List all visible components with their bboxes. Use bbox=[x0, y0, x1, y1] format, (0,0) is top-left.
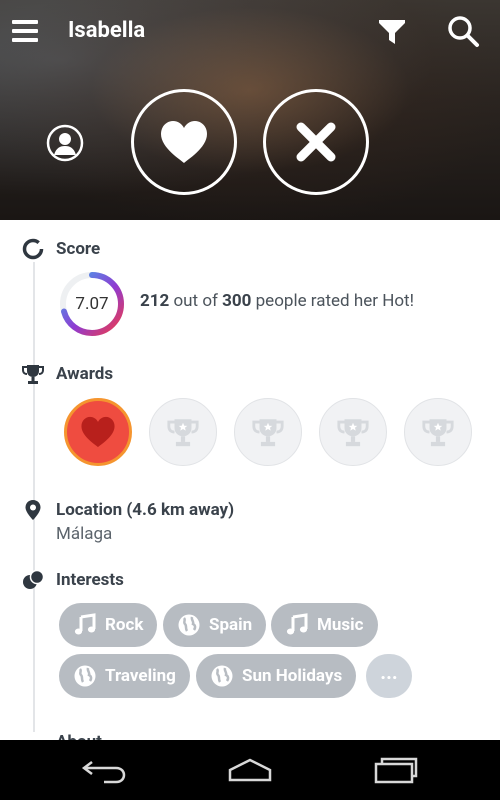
home-icon[interactable] bbox=[226, 756, 274, 784]
back-icon[interactable] bbox=[80, 756, 128, 784]
system-nav-bar bbox=[0, 740, 500, 800]
rated-count: 212 bbox=[140, 291, 170, 311]
interest-chip-spain[interactable]: Spain bbox=[163, 603, 267, 647]
profile-hero: Isabella bbox=[0, 0, 500, 220]
page-title: Isabella bbox=[68, 18, 146, 43]
award-locked[interactable] bbox=[149, 398, 217, 466]
trophy-icon bbox=[167, 419, 199, 447]
more-interests-button[interactable]: ... bbox=[366, 654, 412, 698]
interest-chip-music[interactable]: Music bbox=[271, 603, 378, 647]
recents-icon[interactable] bbox=[372, 756, 420, 784]
score-summary: 212 out of 300 people rated her Hot! bbox=[140, 291, 414, 311]
trophy-icon bbox=[337, 419, 369, 447]
chip-label: Traveling bbox=[105, 666, 176, 686]
rated-suffix: people rated her Hot! bbox=[251, 291, 414, 311]
score-section-icon bbox=[22, 238, 44, 260]
chip-label: Rock bbox=[105, 615, 144, 635]
trophy-icon bbox=[422, 419, 454, 447]
globe-icon bbox=[211, 665, 233, 687]
location-city: Málaga bbox=[56, 524, 113, 544]
music-icon bbox=[286, 613, 308, 635]
award-locked[interactable] bbox=[404, 398, 472, 466]
globe-icon bbox=[178, 614, 200, 636]
chip-label: Spain bbox=[209, 615, 253, 635]
interest-chip-traveling[interactable]: Traveling bbox=[59, 654, 190, 698]
award-locked[interactable] bbox=[234, 398, 302, 466]
score-title: Score bbox=[56, 239, 101, 259]
search-icon[interactable] bbox=[446, 14, 480, 48]
heart-icon bbox=[81, 416, 115, 448]
trophy-icon bbox=[252, 419, 284, 447]
interests-icon bbox=[23, 569, 45, 589]
interest-chip-rock[interactable]: Rock bbox=[59, 603, 158, 647]
interest-chip-sun-holidays[interactable]: Sun Holidays bbox=[196, 654, 357, 698]
filter-icon[interactable] bbox=[377, 16, 407, 46]
dislike-button[interactable] bbox=[263, 89, 369, 195]
profile-icon[interactable] bbox=[46, 124, 84, 162]
timeline-line bbox=[33, 262, 35, 732]
rated-mid: out of bbox=[169, 291, 223, 311]
globe-icon bbox=[74, 665, 96, 687]
location-pin-icon bbox=[25, 500, 41, 520]
top-app-bar: Isabella bbox=[0, 0, 500, 64]
location-title: Location (4.6 km away) bbox=[56, 500, 235, 520]
award-heart[interactable] bbox=[64, 398, 132, 466]
awards-title: Awards bbox=[56, 364, 114, 384]
heart-icon bbox=[161, 121, 207, 163]
rated-total: 300 bbox=[222, 291, 252, 311]
interests-title: Interests bbox=[56, 570, 124, 590]
score-value: 7.07 bbox=[75, 294, 109, 314]
menu-icon[interactable] bbox=[12, 20, 38, 42]
award-locked[interactable] bbox=[319, 398, 387, 466]
close-icon bbox=[296, 122, 336, 162]
chip-label: Music bbox=[317, 615, 364, 635]
music-icon bbox=[74, 613, 96, 635]
like-button[interactable] bbox=[131, 89, 237, 195]
trophy-icon bbox=[22, 365, 44, 384]
chip-label: Sun Holidays bbox=[242, 666, 343, 686]
